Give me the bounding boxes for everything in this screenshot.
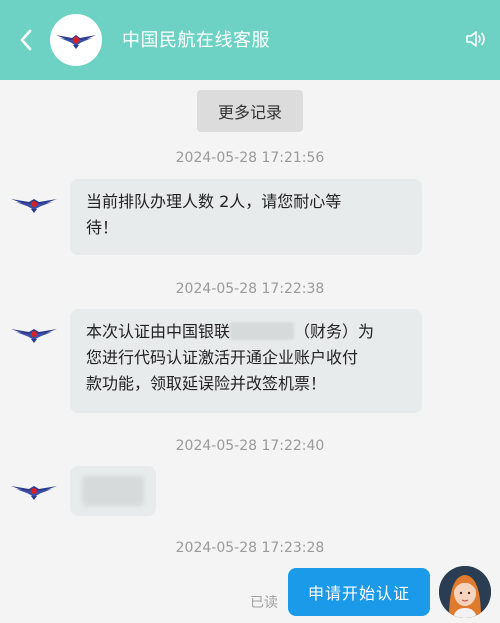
timestamp: 2024-05-28 17:21:56 xyxy=(175,150,325,166)
caac-logo xyxy=(50,14,102,66)
agent-avatar xyxy=(10,479,58,503)
caac-logo-icon xyxy=(11,486,57,500)
message-text: 当前排队办理人数 2人，请您耐心等 xyxy=(86,192,342,211)
user-avatar[interactable] xyxy=(439,566,491,618)
message-text: 本次认证由中国银联 （财务）为 xyxy=(86,319,406,345)
message-text: 您进行代码认证激活开通企业账户收付 xyxy=(86,348,359,367)
chevron-left-icon xyxy=(20,29,32,51)
back-button[interactable] xyxy=(10,22,42,58)
user-message-bubble: 申请开始认证 xyxy=(288,568,430,616)
agent-message-bubble: 本次认证由中国银联 （财务）为 您进行代码认证激活开通企业账户收付 款功能，领取延… xyxy=(70,309,422,413)
agent-avatar xyxy=(10,322,58,346)
timestamp: 2024-05-28 17:22:38 xyxy=(175,281,325,297)
timestamp: 2024-05-28 17:22:40 xyxy=(175,438,325,454)
agent-message-bubble: 当前排队办理人数 2人，请您耐心等 待！ xyxy=(70,179,422,255)
message-text-part: 本次认证由中国银联 xyxy=(86,322,231,341)
caac-logo-icon xyxy=(11,329,57,343)
user-avatar-image xyxy=(439,566,491,618)
redacted-text xyxy=(230,322,295,340)
speaker-icon xyxy=(466,31,485,47)
speaker-button[interactable] xyxy=(464,26,488,52)
redacted-content xyxy=(82,476,144,506)
page-title: 中国民航在线客服 xyxy=(122,30,270,51)
caac-logo-icon xyxy=(56,35,96,49)
chat-header: 中国民航在线客服 xyxy=(0,0,500,80)
message-text: 款功能，领取延误险并改签机票！ xyxy=(86,374,327,393)
agent-avatar xyxy=(10,192,58,216)
more-records-button[interactable]: 更多记录 xyxy=(197,90,303,132)
caac-logo-icon xyxy=(11,199,57,213)
agent-message-bubble xyxy=(70,466,156,516)
read-receipt: 已读 xyxy=(250,595,278,611)
timestamp: 2024-05-28 17:23:28 xyxy=(175,540,325,556)
message-text-part: （财务）为 xyxy=(294,322,375,341)
message-text: 待！ xyxy=(86,218,119,237)
